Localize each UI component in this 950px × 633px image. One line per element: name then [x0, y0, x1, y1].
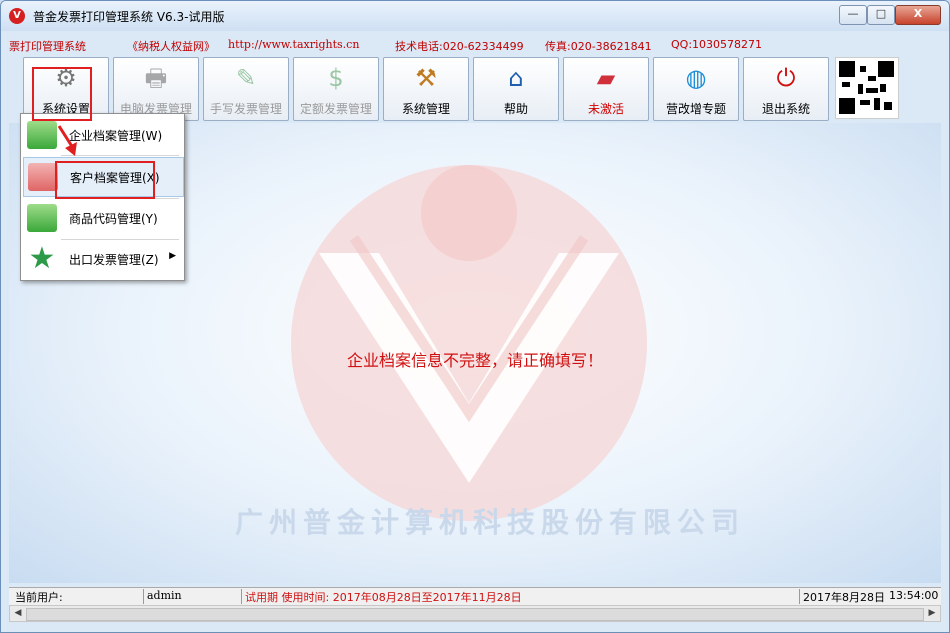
- current-user: admin: [147, 589, 182, 602]
- handwritten-invoice-button[interactable]: ✎ 手写发票管理: [203, 57, 289, 121]
- vat-reform-button[interactable]: ◍ 营改增专题: [653, 57, 739, 121]
- company-name-watermark: 广州普金计算机科技股份有限公司: [234, 506, 745, 539]
- settings-highlight-box: [32, 67, 92, 121]
- button-label: 退出系统: [761, 102, 810, 116]
- red-pointer-arrow-icon: [57, 125, 77, 156]
- usb-key-icon: ▰: [596, 64, 616, 92]
- app-window: V 普金发票打印管理系统 V6.3-试用版 — □ X 票打印管理系统 《纳税人…: [0, 0, 950, 633]
- trial-period: 试用期 使用时间: 2017年08月28日至2017年11月28日: [245, 591, 522, 604]
- button-label: 未激活: [587, 102, 624, 116]
- star-icon: ★: [28, 241, 56, 276]
- menu-item-label: 企业档案管理(W): [69, 129, 163, 143]
- status-time: 13:54:00: [889, 589, 939, 602]
- button-label: 系统管理: [401, 102, 450, 116]
- close-button[interactable]: X: [895, 5, 941, 25]
- fixed-invoice-icon: $: [328, 64, 344, 92]
- qr-code-image: [835, 57, 899, 119]
- product-book-icon: [27, 204, 57, 232]
- menu-item-export-invoices[interactable]: ★ 出口发票管理(Z) ▶: [23, 240, 182, 278]
- button-label: 定额发票管理: [299, 102, 372, 116]
- enterprise-book-icon: [27, 121, 57, 149]
- button-label: 营改增专题: [665, 102, 726, 116]
- scroll-thumb[interactable]: [26, 608, 924, 621]
- power-icon: ⏻: [776, 64, 796, 92]
- activation-button[interactable]: ▰ 未激活: [563, 57, 649, 121]
- home-icon: ⌂: [508, 64, 524, 92]
- printer-icon: 🖶: [144, 64, 168, 92]
- globe-icon: ◍: [685, 64, 707, 92]
- site-name: 《纳税人权益网》: [127, 40, 215, 53]
- tech-phone: 技术电话:020-62334499: [395, 40, 524, 53]
- help-button[interactable]: ⌂ 帮助: [473, 57, 559, 121]
- maximize-button[interactable]: □: [867, 5, 895, 25]
- menu-item-label: 出口发票管理(Z): [69, 253, 159, 267]
- menu-item-enterprise-records[interactable]: 企业档案管理(W): [23, 116, 182, 154]
- qq-number: QQ:1030578271: [671, 38, 763, 51]
- site-url-link[interactable]: http://www.taxrights.cn: [228, 38, 359, 51]
- computer-invoice-button[interactable]: 🖶 电脑发票管理: [113, 57, 199, 121]
- window-title: 普金发票打印管理系统 V6.3-试用版: [33, 10, 225, 24]
- handwrite-icon: ✎: [235, 64, 257, 92]
- tools-icon: ⚒: [415, 64, 437, 92]
- exit-system-button[interactable]: ⏻ 退出系统: [743, 57, 829, 121]
- main-toolbar: ⚙ 系统设置 🖶 电脑发票管理 ✎ 手写发票管理 $ 定额发票管理 ⚒ 系统管理…: [9, 55, 941, 121]
- horizontal-scrollbar[interactable]: ◀ ▶: [9, 605, 941, 622]
- status-date: 2017年8月28日: [803, 591, 885, 604]
- status-bar: 当前用户: admin 试用期 使用时间: 2017年08月28日至2017年1…: [9, 587, 941, 605]
- menu-item-label: 商品代码管理(Y): [69, 212, 158, 226]
- submenu-arrow-icon: ▶: [169, 251, 176, 261]
- title-bar[interactable]: V 普金发票打印管理系统 V6.3-试用版 — □ X: [1, 1, 949, 31]
- app-logo-icon: V: [9, 8, 25, 24]
- minimize-button[interactable]: —: [839, 5, 867, 25]
- button-label: 手写发票管理: [209, 102, 282, 116]
- scroll-left-icon[interactable]: ◀: [11, 607, 25, 620]
- fixed-invoice-button[interactable]: $ 定额发票管理: [293, 57, 379, 121]
- scroll-right-icon[interactable]: ▶: [925, 607, 939, 620]
- customer-records-highlight-box: [55, 161, 155, 199]
- button-label: 帮助: [503, 102, 528, 116]
- incomplete-profile-message: 企业档案信息不完整，请正确填写！: [346, 351, 603, 370]
- company-logo-watermark: [291, 165, 647, 521]
- menu-item-product-codes[interactable]: 商品代码管理(Y): [23, 199, 182, 237]
- fax-number: 传真:020-38621841: [545, 40, 652, 53]
- customer-book-icon: [28, 163, 58, 191]
- system-name: 票打印管理系统: [9, 40, 86, 53]
- info-bar: 票打印管理系统 《纳税人权益网》 http://www.taxrights.cn…: [9, 37, 941, 53]
- current-user-label: 当前用户:: [15, 591, 63, 604]
- system-management-button[interactable]: ⚒ 系统管理: [383, 57, 469, 121]
